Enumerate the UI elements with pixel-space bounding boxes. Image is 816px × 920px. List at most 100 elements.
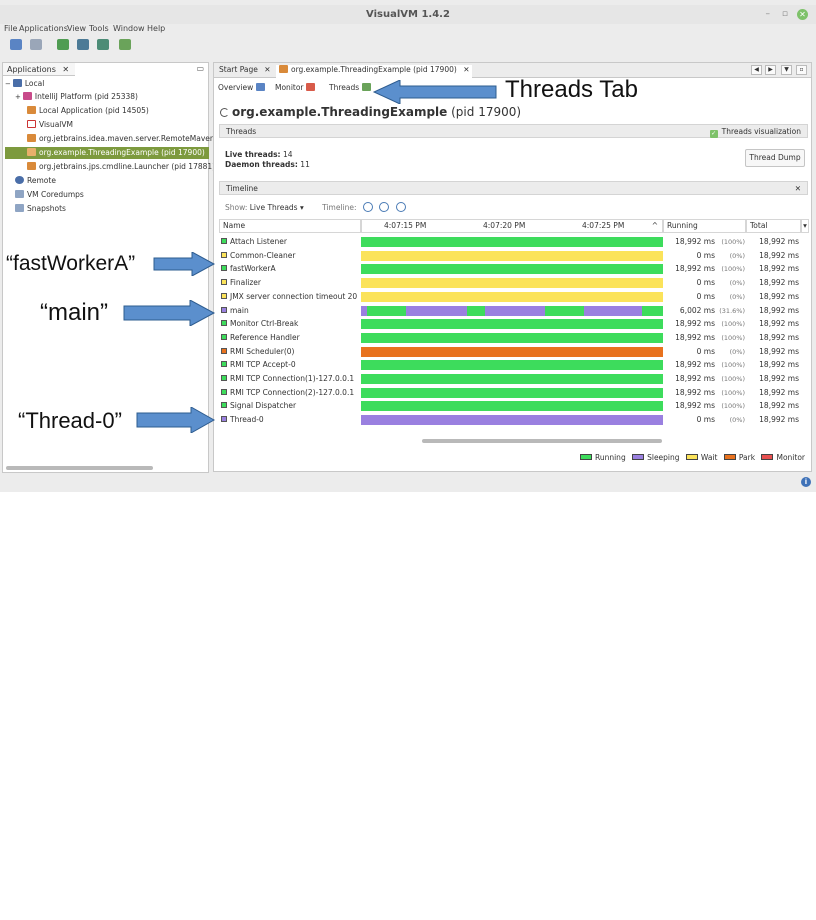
- table-row[interactable]: Signal Dispatcher 18,992 ms (100%) 18,992 m…: [219, 399, 806, 413]
- minimize-panel-icon[interactable]: ▭: [196, 64, 204, 73]
- table-row[interactable]: Finalizer 0 ms (0%) 18,992 ms: [219, 276, 806, 290]
- thread-dump-button[interactable]: Thread Dump: [745, 149, 805, 167]
- tree-node-local[interactable]: − Local: [5, 78, 44, 90]
- tab-threads[interactable]: Threads: [327, 83, 376, 92]
- close-button[interactable]: ✕: [797, 9, 808, 20]
- tab-threading-example[interactable]: org.example.ThreadingExample (pid 17900)…: [276, 65, 473, 78]
- close-icon[interactable]: ✕: [463, 65, 469, 74]
- running-value: 18,992 ms: [675, 319, 715, 329]
- legend-running: Running: [579, 453, 626, 462]
- computer-icon: [12, 79, 22, 87]
- tree-node-vm-coredumps[interactable]: VM Coredumps: [15, 189, 84, 201]
- horizontal-scrollbar[interactable]: [422, 439, 662, 443]
- running-time: 0 ms (0%): [663, 290, 745, 304]
- tab-start-page[interactable]: Start Page ✕: [219, 65, 271, 74]
- table-row[interactable]: Common-Cleaner 0 ms (0%) 18,992 ms: [219, 249, 806, 263]
- running-value: 0 ms: [696, 291, 715, 301]
- tree-node-local-application[interactable]: Local Application (pid 14505): [27, 105, 149, 117]
- minimize-button[interactable]: –: [766, 9, 771, 19]
- table-row[interactable]: RMI TCP Connection(1)-127.0.0.1 18,992 ms…: [219, 372, 806, 386]
- sort-ascending-icon[interactable]: ^: [652, 220, 658, 232]
- tab-list-icon[interactable]: ▼: [781, 65, 792, 75]
- zoom-in-icon[interactable]: [362, 202, 373, 212]
- tree-node-threading-example[interactable]: org.example.ThreadingExample (pid 17900): [5, 147, 209, 159]
- menu-view[interactable]: View: [67, 24, 86, 33]
- close-icon[interactable]: ✕: [795, 184, 801, 193]
- close-icon[interactable]: ✕: [62, 65, 69, 74]
- menu-applications[interactable]: Applications: [19, 24, 68, 33]
- menu-tools[interactable]: Tools: [89, 24, 109, 33]
- tree-node-remote[interactable]: Remote: [15, 175, 56, 187]
- tab-label: Overview: [218, 83, 254, 92]
- thread-name-label: fastWorkerA: [230, 264, 276, 274]
- close-icon[interactable]: ✕: [264, 65, 270, 74]
- tree-node-label: Local Application (pid 14505): [39, 106, 149, 115]
- heap-dump-icon[interactable]: [57, 39, 69, 50]
- state-icon: [221, 375, 227, 381]
- status-bar: i: [0, 474, 816, 492]
- table-row[interactable]: JMX server connection timeout 20 0 ms (0%)…: [219, 290, 806, 304]
- running-percent: (100%): [721, 361, 745, 370]
- thread-name-label: Reference Handler: [230, 332, 300, 342]
- table-row[interactable]: fastWorkerA 18,992 ms (100%) 18,992 ms: [219, 262, 806, 276]
- java-cup-icon: [279, 65, 288, 73]
- tree-node-visualvm[interactable]: VisualVM: [27, 119, 73, 131]
- show-label: Show:: [225, 203, 248, 212]
- table-row[interactable]: RMI Scheduler(0) 0 ms (0%) 18,992 ms: [219, 345, 806, 359]
- tab-monitor[interactable]: Monitor: [275, 83, 318, 92]
- column-header-running[interactable]: Running: [663, 219, 746, 233]
- thread-timeline-bar: [361, 319, 663, 330]
- maximize-icon[interactable]: ▫: [796, 65, 807, 75]
- state-icon: [221, 306, 227, 313]
- scroll-right-icon[interactable]: ▶: [765, 65, 776, 75]
- menu-help[interactable]: Help: [147, 24, 165, 33]
- thread-timeline-bar: [361, 278, 663, 289]
- expand-icon[interactable]: +: [15, 93, 21, 101]
- visualvm-icon: [27, 120, 36, 128]
- thread-name-label: JMX server connection timeout 20: [230, 291, 358, 301]
- thread-name: Finalizer: [221, 276, 261, 290]
- tree-node-snapshots[interactable]: Snapshots: [15, 203, 66, 215]
- table-row[interactable]: main 6,002 ms (31.6%) 18,992 ms: [219, 304, 806, 318]
- restore-button[interactable]: ▫: [782, 9, 788, 19]
- page-title: org.example.ThreadingExample (pid 17900): [220, 105, 521, 119]
- table-row[interactable]: RMI TCP Connection(2)-127.0.0.1 18,992 ms…: [219, 386, 806, 400]
- table-row[interactable]: Monitor Ctrl-Break 18,992 ms (100%) 18,992 …: [219, 317, 806, 331]
- tab-overview[interactable]: Overview: [218, 83, 268, 92]
- add-remote-host-icon[interactable]: [30, 39, 42, 50]
- menu-file[interactable]: File: [4, 24, 17, 33]
- profiler-snapshot-icon[interactable]: [97, 39, 109, 50]
- add-jmx-icon[interactable]: [10, 39, 22, 50]
- column-header-timeline[interactable]: 4:07:15 PM 4:07:20 PM 4:07:25 PM ^: [361, 219, 663, 233]
- thread-dump-icon[interactable]: [77, 39, 89, 50]
- info-icon[interactable]: i: [801, 477, 811, 487]
- collapse-icon[interactable]: −: [5, 80, 11, 88]
- running-percent: (31.6%): [719, 306, 745, 315]
- column-header-total[interactable]: Total: [746, 219, 801, 233]
- zoom-out-icon[interactable]: [379, 202, 390, 212]
- scroll-left-icon[interactable]: ◀: [751, 65, 762, 75]
- applications-tab[interactable]: Applications ✕: [3, 63, 75, 76]
- running-value: 6,002 ms: [679, 305, 715, 315]
- table-row[interactable]: RMI TCP Accept-0 18,992 ms (100%) 18,992 ms: [219, 358, 806, 372]
- menu-window[interactable]: Window: [113, 24, 145, 33]
- horizontal-scrollbar[interactable]: [6, 466, 153, 470]
- tree-node-intellij[interactable]: + IntelliJ Platform (pid 25338): [15, 91, 138, 103]
- tree-node-jps-launcher[interactable]: org.jetbrains.jps.cmdline.Launcher (pid …: [27, 161, 215, 173]
- show-dropdown[interactable]: Live Threads ▾: [250, 203, 304, 212]
- load-snapshot-icon[interactable]: [119, 39, 131, 50]
- table-row[interactable]: Attach Listener 18,992 ms (100%) 18,992 ms: [219, 235, 806, 249]
- column-chooser-icon[interactable]: ▾: [801, 219, 809, 233]
- threads-visualization-checkbox[interactable]: ✓ Threads visualization: [709, 127, 801, 138]
- table-row[interactable]: Reference Handler 18,992 ms (100%) 18,992 m…: [219, 331, 806, 345]
- monitor-icon: [305, 83, 315, 91]
- running-time: 0 ms (0%): [663, 276, 745, 290]
- running-value: 0 ms: [696, 415, 715, 425]
- threads-section-header: Threads ✓ Threads visualization: [219, 124, 808, 138]
- total-time: 18,992 ms: [759, 250, 799, 260]
- table-row[interactable]: Thread-0 0 ms (0%) 18,992 ms: [219, 413, 806, 427]
- column-header-name[interactable]: Name: [219, 219, 361, 233]
- zoom-fit-icon[interactable]: [395, 202, 406, 212]
- total-time: 18,992 ms: [759, 264, 799, 274]
- state-icon: [221, 347, 227, 354]
